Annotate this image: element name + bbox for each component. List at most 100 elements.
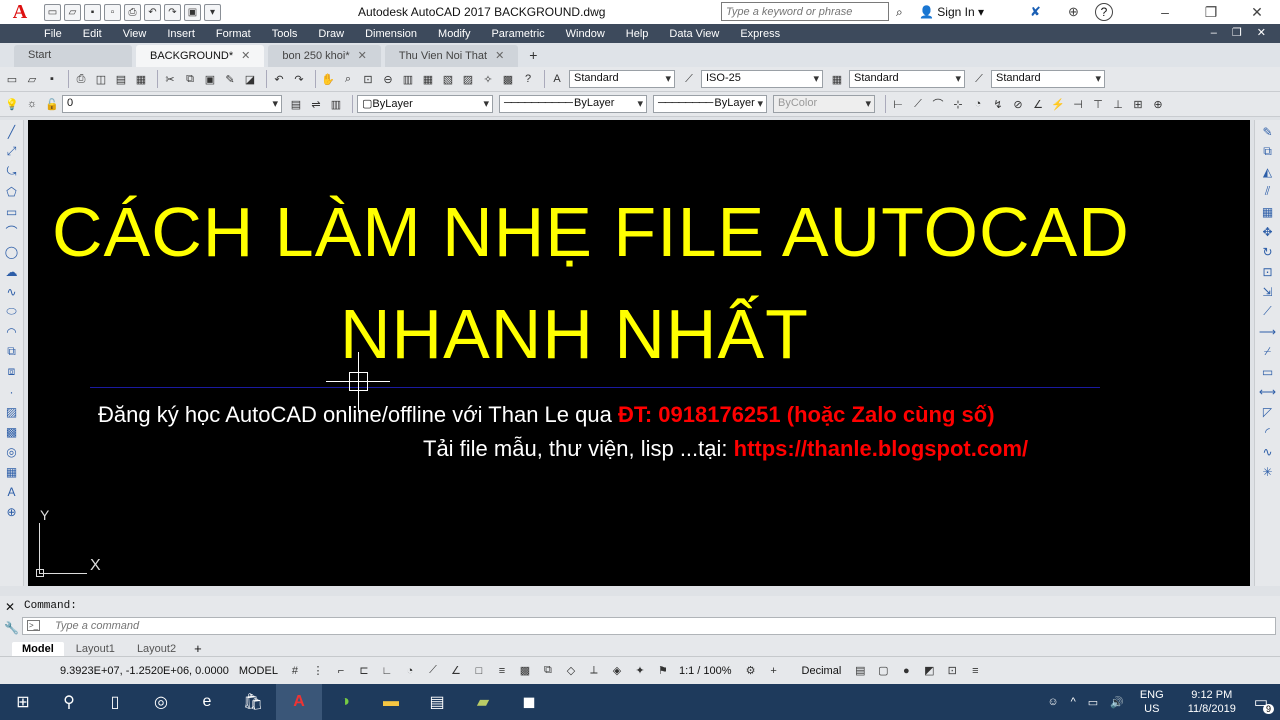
arc-length-icon[interactable]: ⌒ xyxy=(930,96,946,112)
help-toolbar-icon[interactable]: ? xyxy=(520,71,536,87)
array-tool-icon[interactable]: ▦ xyxy=(1259,203,1277,220)
tab-background[interactable]: BACKGROUND* ✕ xyxy=(136,45,265,67)
color-dropdown[interactable]: ▢ByLayer xyxy=(357,95,493,113)
new-tab-button[interactable]: + xyxy=(522,47,544,65)
design-center-icon[interactable]: ▦ xyxy=(420,71,436,87)
layer-lock-icon[interactable]: 🔓 xyxy=(44,96,60,112)
3d-print-icon[interactable]: ▦ xyxy=(133,71,149,87)
menu-insert[interactable]: Insert xyxy=(167,28,195,40)
publish-icon[interactable]: ▤ xyxy=(113,71,129,87)
input-language[interactable]: ENG US xyxy=(1140,688,1164,716)
edge-icon[interactable]: e xyxy=(184,684,230,720)
save-icon[interactable]: ▪ xyxy=(44,71,60,87)
stretch-tool-icon[interactable]: ⇲ xyxy=(1259,283,1277,300)
file-explorer-icon[interactable]: ▬ xyxy=(368,684,414,720)
dynamic-input-icon[interactable]: ⊏ xyxy=(357,664,371,678)
command-input[interactable] xyxy=(22,617,1276,635)
show-hidden-icons[interactable]: ^ xyxy=(1071,696,1076,708)
move-tool-icon[interactable]: ✥ xyxy=(1259,223,1277,240)
construction-line-icon[interactable]: ⤢ xyxy=(3,143,21,160)
help-center-icon[interactable]: ⊕ xyxy=(1068,4,1079,20)
trim-tool-icon[interactable]: ⟋ xyxy=(1259,303,1277,320)
point-tool-icon[interactable]: · xyxy=(3,383,21,400)
layer-properties-icon[interactable]: ▤ xyxy=(288,96,304,112)
close-tab-icon[interactable]: ✕ xyxy=(358,50,367,62)
open-file-icon[interactable]: ▱ xyxy=(64,3,81,21)
print-icon[interactable]: ⎙ xyxy=(124,3,141,21)
lineweight-dropdown[interactable]: ──────── ByLayer xyxy=(653,95,767,113)
close-command-icon[interactable]: ✕ xyxy=(5,600,15,614)
new-layout-button[interactable]: + xyxy=(188,641,208,656)
object-snap-icon[interactable]: □ xyxy=(472,664,486,678)
layer-freeze-icon[interactable]: ☼ xyxy=(24,96,40,112)
tab-model[interactable]: Model xyxy=(12,642,64,656)
zoom-previous-icon[interactable]: ⊖ xyxy=(380,71,396,87)
selection-cycling-icon[interactable]: ⧉ xyxy=(541,664,555,678)
store-icon[interactable]: 🛍 xyxy=(230,684,276,720)
menu-draw[interactable]: Draw xyxy=(318,28,344,40)
add-selected-icon[interactable]: ⊕ xyxy=(3,503,21,520)
mirror-tool-icon[interactable]: ◭ xyxy=(1259,163,1277,180)
binoculars-icon[interactable]: ⌕ xyxy=(896,5,903,20)
workspace-switching-icon[interactable]: ⚙ xyxy=(744,664,758,678)
menu-format[interactable]: Format xyxy=(216,28,251,40)
save-as-icon[interactable]: ▫ xyxy=(104,3,121,21)
task-view-icon[interactable]: ▯ xyxy=(92,684,138,720)
transparency-icon[interactable]: ▩ xyxy=(518,664,532,678)
isometric-drafting-icon[interactable]: ⟋ xyxy=(426,664,440,678)
make-current-layer-icon[interactable]: ⇌ xyxy=(308,96,324,112)
menu-express[interactable]: Express xyxy=(740,28,780,40)
open-icon[interactable]: ▱ xyxy=(24,71,40,87)
polyline-tool-icon[interactable]: ⤿ xyxy=(3,163,21,180)
annotation-monitor-icon[interactable]: + xyxy=(767,664,781,678)
layer-dropdown[interactable]: 0 xyxy=(62,95,282,113)
help-icon[interactable]: ? xyxy=(1095,3,1113,21)
dimension-space-icon[interactable]: ⊥ xyxy=(1110,96,1126,112)
menu-help[interactable]: Help xyxy=(626,28,649,40)
plot-icon[interactable]: ⎙ xyxy=(73,71,89,87)
sign-in-button[interactable]: 👤 Sign In ▾ xyxy=(919,5,984,19)
object-snap-tracking-icon[interactable]: ∠ xyxy=(449,664,463,678)
polygon-tool-icon[interactable]: ⬠ xyxy=(3,183,21,200)
customization-icon[interactable]: ≡ xyxy=(968,664,982,678)
grid-icon[interactable]: # xyxy=(288,664,302,678)
break-tool-icon[interactable]: ▭ xyxy=(1259,363,1277,380)
menu-edit[interactable]: Edit xyxy=(83,28,102,40)
make-block-icon[interactable]: ⧈ xyxy=(3,363,21,380)
plot-icon[interactable]: ▣ xyxy=(184,3,201,21)
arc-tool-icon[interactable]: ⌒ xyxy=(3,223,21,240)
block-editor-icon[interactable]: ◪ xyxy=(242,71,258,87)
ellipse-arc-icon[interactable]: ◠ xyxy=(3,323,21,340)
units-selector[interactable]: Decimal xyxy=(802,665,842,677)
zoom-window-icon[interactable]: ⊡ xyxy=(360,71,376,87)
redo-icon[interactable]: ↷ xyxy=(164,3,181,21)
graphics-performance-icon[interactable]: ◩ xyxy=(922,664,936,678)
lineweight-display-icon[interactable]: ≡ xyxy=(495,664,509,678)
exchange-icon[interactable]: ✘ xyxy=(1030,4,1041,20)
search-input[interactable] xyxy=(721,2,889,21)
diameter-dimension-icon[interactable]: ⊘ xyxy=(1010,96,1026,112)
infer-constraints-icon[interactable]: ⌐ xyxy=(334,664,348,678)
paste-icon[interactable]: ▣ xyxy=(202,71,218,87)
explode-tool-icon[interactable]: ✳ xyxy=(1259,463,1277,480)
isolate-objects-icon[interactable]: ● xyxy=(899,664,913,678)
selection-filter-icon[interactable]: ◈ xyxy=(610,664,624,678)
fillet-tool-icon[interactable]: ◜ xyxy=(1259,423,1277,440)
tool-palettes-icon[interactable]: ▧ xyxy=(440,71,456,87)
drawing-canvas[interactable]: CÁCH LÀM NHẸ FILE AUTOCAD NHANH NHẤT Đăn… xyxy=(28,120,1250,586)
undo-icon[interactable]: ↶ xyxy=(144,3,161,21)
volume-icon[interactable]: 🔊 xyxy=(1110,696,1124,709)
menu-parametric[interactable]: Parametric xyxy=(491,28,544,40)
rectangle-tool-icon[interactable]: ▭ xyxy=(3,203,21,220)
cursor-coordinates[interactable]: 9.3923E+07, -1.2520E+06, 0.0000 xyxy=(60,665,229,677)
tab-bon-250-khoi[interactable]: bon 250 khoi* ✕ xyxy=(268,45,381,67)
drawing-window-controls[interactable]: – ❐ ✕ xyxy=(1211,26,1272,39)
autocad-app-icon[interactable]: A xyxy=(276,684,322,720)
plot-preview-icon[interactable]: ◫ xyxy=(93,71,109,87)
application-menu-button[interactable]: A xyxy=(0,0,40,24)
chrome-icon[interactable]: ◎ xyxy=(138,684,184,720)
close-tab-icon[interactable]: ✕ xyxy=(241,50,250,62)
search-icon[interactable]: ⚲ xyxy=(46,684,92,720)
action-center-icon[interactable]: ▭ 9 xyxy=(1254,693,1274,714)
close-tab-icon[interactable]: ✕ xyxy=(495,50,504,62)
